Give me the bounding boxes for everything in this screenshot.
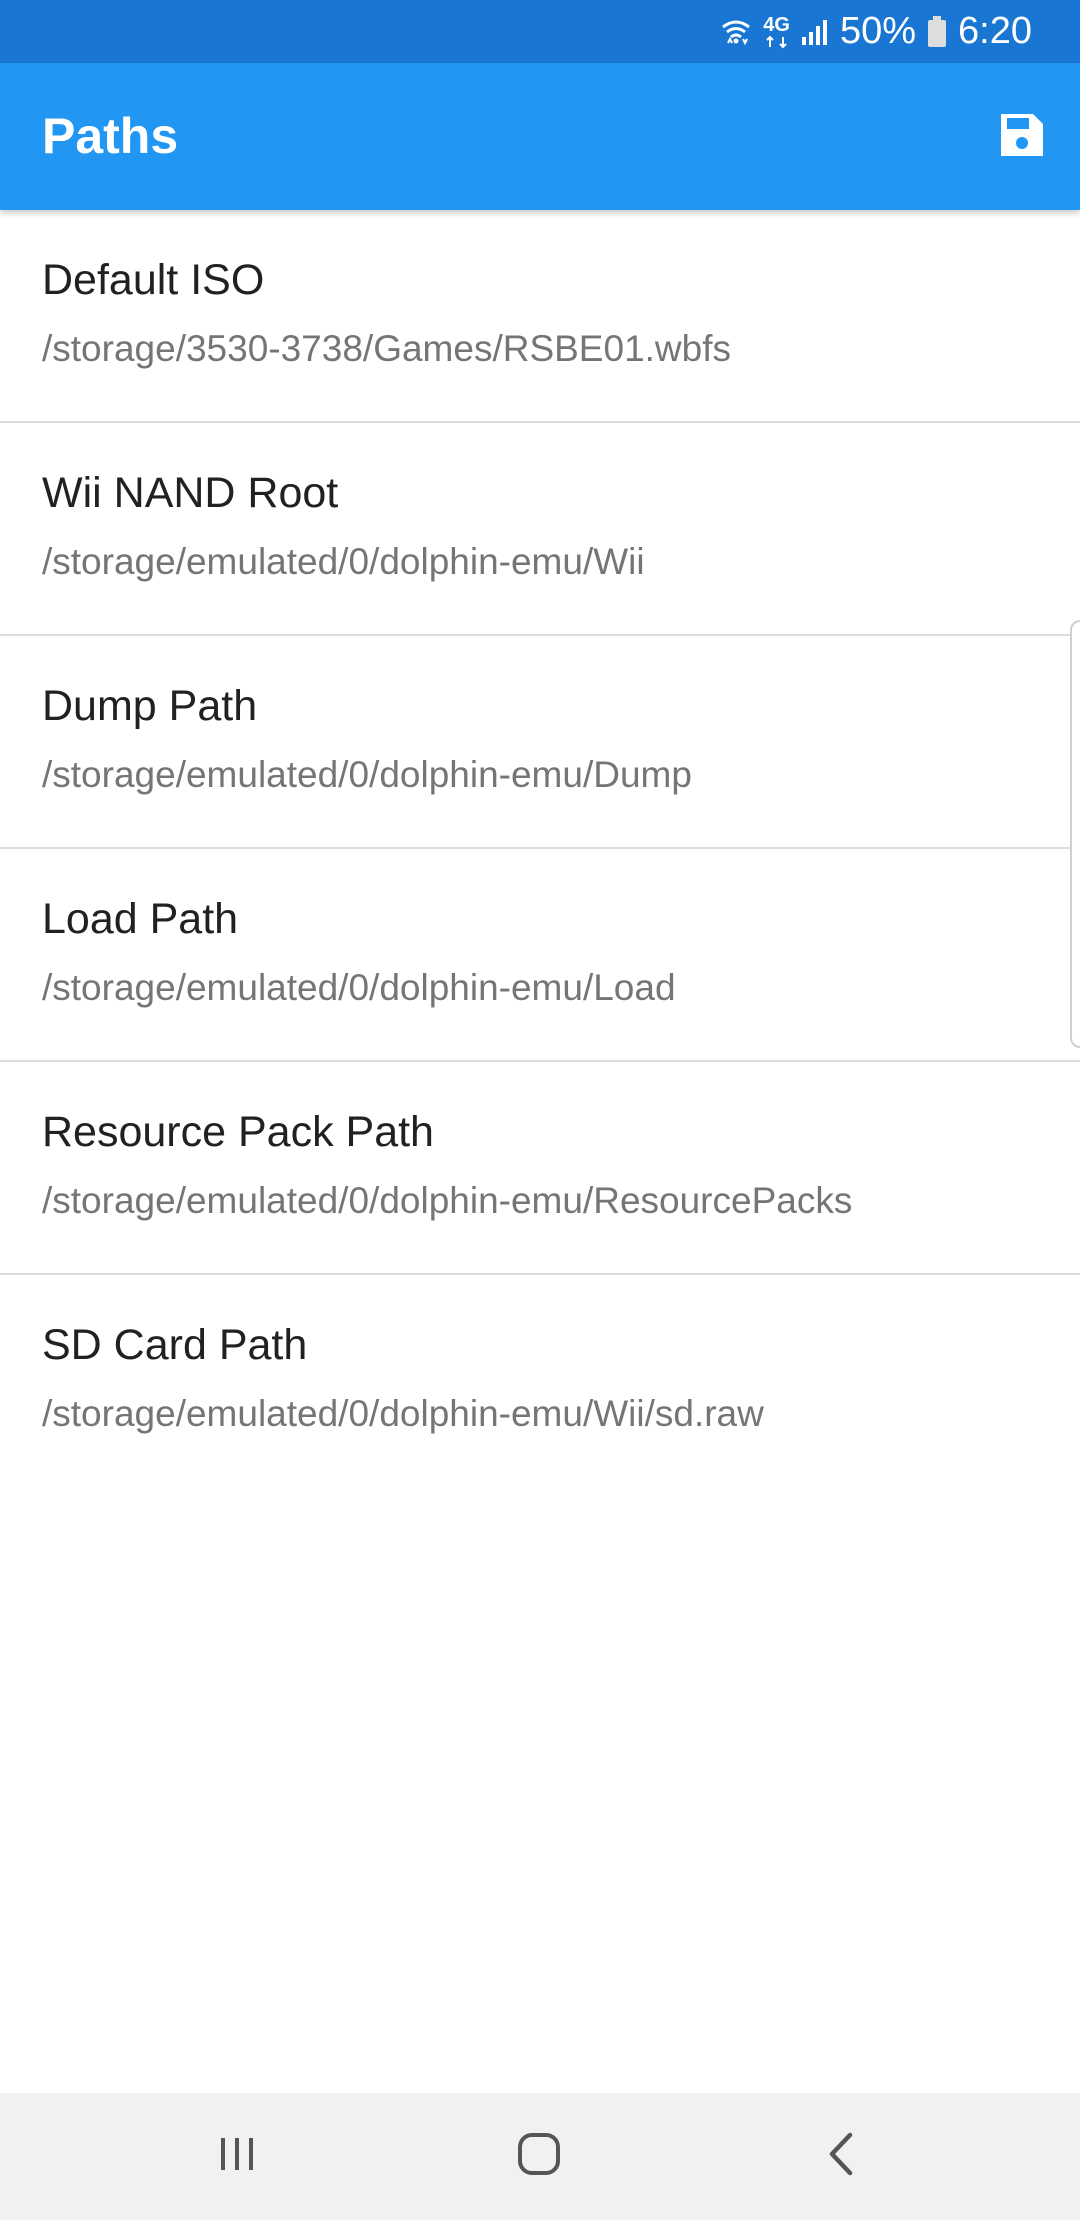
recents-icon <box>215 2134 259 2179</box>
navigation-bar <box>0 2093 1080 2220</box>
path-item-resource-pack-path[interactable]: Resource Pack Path /storage/emulated/0/d… <box>0 1062 1080 1275</box>
status-icons: 4G 50% 6:20 <box>719 0 1032 63</box>
path-item-value: /storage/emulated/0/dolphin-emu/Wii <box>42 541 645 582</box>
paths-list: Default ISO /storage/3530-3738/Games/RSB… <box>0 210 1080 1488</box>
home-icon <box>516 2131 562 2182</box>
page-title: Paths <box>42 108 179 164</box>
path-item-wii-nand-root[interactable]: Wii NAND Root /storage/emulated/0/dolphi… <box>0 423 1080 636</box>
path-item-title: Wii NAND Root <box>42 469 339 517</box>
status-bar: 4G 50% 6:20 <box>0 0 1080 63</box>
clock: 6:20 <box>958 10 1032 52</box>
network-4g-icon: 4G <box>763 15 790 49</box>
network-label: 4G <box>763 13 790 36</box>
battery-icon <box>926 15 948 49</box>
path-item-value: /storage/emulated/0/dolphin-emu/Wii/sd.r… <box>42 1393 764 1434</box>
path-item-value: /storage/emulated/0/dolphin-emu/Resource… <box>42 1180 853 1221</box>
edge-panel-handle[interactable] <box>1070 620 1080 1048</box>
toolbar: Paths <box>0 63 1080 210</box>
path-item-title: SD Card Path <box>42 1321 308 1369</box>
recents-button[interactable] <box>177 2093 297 2220</box>
path-item-title: Resource Pack Path <box>42 1108 434 1156</box>
path-item-title: Load Path <box>42 895 239 943</box>
path-item-value: /storage/emulated/0/dolphin-emu/Dump <box>42 754 692 795</box>
signal-icon <box>800 17 830 47</box>
battery-percent: 50% <box>839 10 917 52</box>
back-icon <box>824 2131 858 2182</box>
path-item-sd-card-path[interactable]: SD Card Path /storage/emulated/0/dolphin… <box>0 1275 1080 1488</box>
path-item-dump-path[interactable]: Dump Path /storage/emulated/0/dolphin-em… <box>0 636 1080 849</box>
home-button[interactable] <box>479 2093 599 2220</box>
save-button[interactable] <box>992 107 1052 167</box>
floppy-disk-save-icon <box>997 110 1047 165</box>
wifi-icon <box>719 15 753 49</box>
back-button[interactable] <box>781 2093 901 2220</box>
path-item-title: Dump Path <box>42 682 258 730</box>
path-item-value: /storage/emulated/0/dolphin-emu/Load <box>42 967 676 1008</box>
path-item-load-path[interactable]: Load Path /storage/emulated/0/dolphin-em… <box>0 849 1080 1062</box>
path-item-value: /storage/3530-3738/Games/RSBE01.wbfs <box>42 328 731 369</box>
path-item-title: Default ISO <box>42 256 265 304</box>
path-item-default-iso[interactable]: Default ISO /storage/3530-3738/Games/RSB… <box>0 210 1080 423</box>
